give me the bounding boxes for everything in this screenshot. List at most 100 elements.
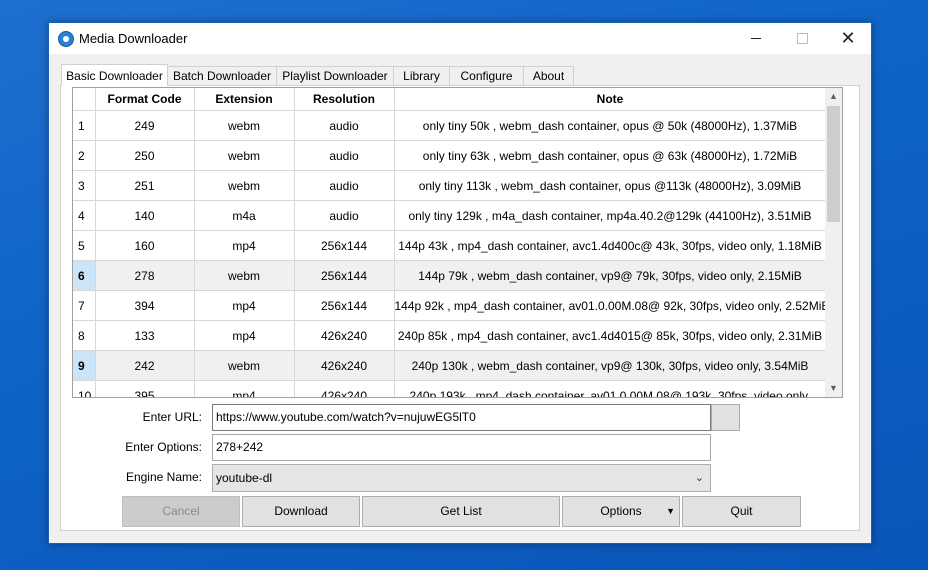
- cell-extension[interactable]: webm: [194, 260, 295, 291]
- tab-library[interactable]: Library: [393, 66, 450, 85]
- table-header-row: Format Code Extension Resolution Note: [73, 88, 827, 111]
- cancel-button[interactable]: Cancel: [122, 496, 240, 527]
- quit-button[interactable]: Quit: [682, 496, 801, 527]
- cell-format-code[interactable]: 394: [95, 290, 195, 321]
- cell-extension[interactable]: webm: [194, 140, 295, 171]
- close-button[interactable]: ✕: [825, 23, 871, 54]
- cell-resolution[interactable]: 426x240: [294, 380, 395, 397]
- scroll-up-arrow-icon[interactable]: ▲: [825, 88, 842, 105]
- cell-extension[interactable]: mp4: [194, 230, 295, 261]
- table-row[interactable]: 7 394 mp4 256x144 144p 92k , mp4_dash co…: [73, 290, 827, 321]
- cell-note[interactable]: only tiny 113k , webm_dash container, op…: [394, 170, 827, 201]
- cell-extension[interactable]: webm: [194, 170, 295, 201]
- table-vertical-scrollbar[interactable]: ▲ ▼: [825, 88, 842, 397]
- cell-note[interactable]: only tiny 63k , webm_dash container, opu…: [394, 140, 827, 171]
- row-number[interactable]: 9: [73, 350, 96, 381]
- cell-extension[interactable]: m4a: [194, 200, 295, 231]
- options-input[interactable]: 278+242: [212, 434, 711, 461]
- cell-note[interactable]: only tiny 50k , webm_dash container, opu…: [394, 110, 827, 141]
- url-label: Enter URL:: [142, 410, 202, 424]
- row-number[interactable]: 10: [73, 380, 96, 397]
- table-row[interactable]: 3 251 webm audio only tiny 113k , webm_d…: [73, 170, 827, 201]
- cell-format-code[interactable]: 249: [95, 110, 195, 141]
- cell-format-code[interactable]: 278: [95, 260, 195, 291]
- table-row[interactable]: 2 250 webm audio only tiny 63k , webm_da…: [73, 140, 827, 171]
- maximize-icon: [796, 33, 808, 44]
- cell-format-code[interactable]: 251: [95, 170, 195, 201]
- window-title: Media Downloader: [79, 31, 188, 46]
- app-window: Media Downloader ✕ Basic Downloader Batc…: [48, 22, 872, 544]
- row-number[interactable]: 4: [73, 200, 96, 231]
- cell-extension[interactable]: webm: [194, 350, 295, 381]
- minimize-button[interactable]: [733, 23, 779, 54]
- cell-extension[interactable]: webm: [194, 110, 295, 141]
- cell-resolution[interactable]: 256x144: [294, 230, 395, 261]
- cell-format-code[interactable]: 160: [95, 230, 195, 261]
- url-side-button[interactable]: [711, 404, 740, 431]
- tab-basic-downloader[interactable]: Basic Downloader: [61, 64, 168, 86]
- table-row[interactable]: 10 395 mp4 426x240 240p 193k , mp4_dash …: [73, 380, 827, 397]
- cell-note[interactable]: 240p 193k , mp4_dash container, av01.0.0…: [394, 380, 827, 397]
- engine-select[interactable]: youtube-dl ⌄: [212, 464, 711, 492]
- cell-resolution[interactable]: audio: [294, 110, 395, 141]
- cell-resolution[interactable]: 426x240: [294, 350, 395, 381]
- cell-note[interactable]: 144p 79k , webm_dash container, vp9@ 79k…: [394, 260, 827, 291]
- row-number[interactable]: 1: [73, 110, 96, 141]
- table-row[interactable]: 4 140 m4a audio only tiny 129k , m4a_das…: [73, 200, 827, 231]
- scrollbar-thumb[interactable]: [827, 106, 840, 222]
- row-number[interactable]: 2: [73, 140, 96, 171]
- column-header-note[interactable]: Note: [394, 88, 827, 111]
- cell-note[interactable]: only tiny 129k , m4a_dash container, mp4…: [394, 200, 827, 231]
- row-number[interactable]: 3: [73, 170, 96, 201]
- cell-format-code[interactable]: 133: [95, 320, 195, 351]
- options-button[interactable]: Options ▼: [562, 496, 680, 527]
- cell-note[interactable]: 240p 130k , webm_dash container, vp9@ 13…: [394, 350, 827, 381]
- tab-batch-downloader[interactable]: Batch Downloader: [167, 66, 277, 85]
- get-list-button[interactable]: Get List: [362, 496, 560, 527]
- cell-format-code[interactable]: 242: [95, 350, 195, 381]
- row-number[interactable]: 5: [73, 230, 96, 261]
- tab-about[interactable]: About: [523, 66, 574, 85]
- cell-resolution[interactable]: 256x144: [294, 260, 395, 291]
- cell-format-code[interactable]: 140: [95, 200, 195, 231]
- table-row-selected[interactable]: 9 242 webm 426x240 240p 130k , webm_dash…: [73, 350, 827, 381]
- table-row[interactable]: 5 160 mp4 256x144 144p 43k , mp4_dash co…: [73, 230, 827, 261]
- cell-note[interactable]: 144p 92k , mp4_dash container, av01.0.00…: [394, 290, 827, 321]
- corner-header[interactable]: [73, 88, 96, 111]
- cell-resolution[interactable]: 256x144: [294, 290, 395, 321]
- scroll-down-arrow-icon[interactable]: ▼: [825, 380, 842, 397]
- cell-resolution[interactable]: 426x240: [294, 320, 395, 351]
- column-header-resolution[interactable]: Resolution: [294, 88, 395, 111]
- cell-resolution[interactable]: audio: [294, 200, 395, 231]
- title-bar[interactable]: Media Downloader ✕: [49, 23, 871, 54]
- cell-extension[interactable]: mp4: [194, 320, 295, 351]
- cell-extension[interactable]: mp4: [194, 380, 295, 397]
- cell-format-code[interactable]: 250: [95, 140, 195, 171]
- column-header-format-code[interactable]: Format Code: [95, 88, 195, 111]
- table-row-selected[interactable]: 6 278 webm 256x144 144p 79k , webm_dash …: [73, 260, 827, 291]
- dropdown-arrow-icon: ▼: [666, 506, 675, 516]
- cell-resolution[interactable]: audio: [294, 140, 395, 171]
- row-number[interactable]: 6: [73, 260, 96, 291]
- row-number[interactable]: 8: [73, 320, 96, 351]
- download-button[interactable]: Download: [242, 496, 360, 527]
- table-row[interactable]: 1 249 webm audio only tiny 50k , webm_da…: [73, 110, 827, 141]
- cell-note[interactable]: 240p 85k , mp4_dash container, avc1.4d40…: [394, 320, 827, 351]
- cell-extension[interactable]: mp4: [194, 290, 295, 321]
- row-number[interactable]: 7: [73, 290, 96, 321]
- chevron-down-icon: ⌄: [694, 472, 704, 484]
- cell-format-code[interactable]: 395: [95, 380, 195, 397]
- maximize-button[interactable]: [779, 23, 825, 54]
- tab-configure[interactable]: Configure: [449, 66, 524, 85]
- cell-resolution[interactable]: audio: [294, 170, 395, 201]
- tab-playlist-downloader[interactable]: Playlist Downloader: [276, 66, 394, 85]
- cell-note[interactable]: 144p 43k , mp4_dash container, avc1.4d40…: [394, 230, 827, 261]
- column-header-extension[interactable]: Extension: [194, 88, 295, 111]
- table-row[interactable]: 8 133 mp4 426x240 240p 85k , mp4_dash co…: [73, 320, 827, 351]
- options-button-label: Options: [600, 504, 642, 518]
- minimize-icon: [751, 38, 761, 39]
- formats-table[interactable]: Format Code Extension Resolution Note 1 …: [72, 87, 843, 398]
- options-label: Enter Options:: [125, 440, 202, 454]
- url-input[interactable]: https://www.youtube.com/watch?v=nujuwEG5…: [212, 404, 711, 431]
- close-icon: ✕: [840, 28, 856, 48]
